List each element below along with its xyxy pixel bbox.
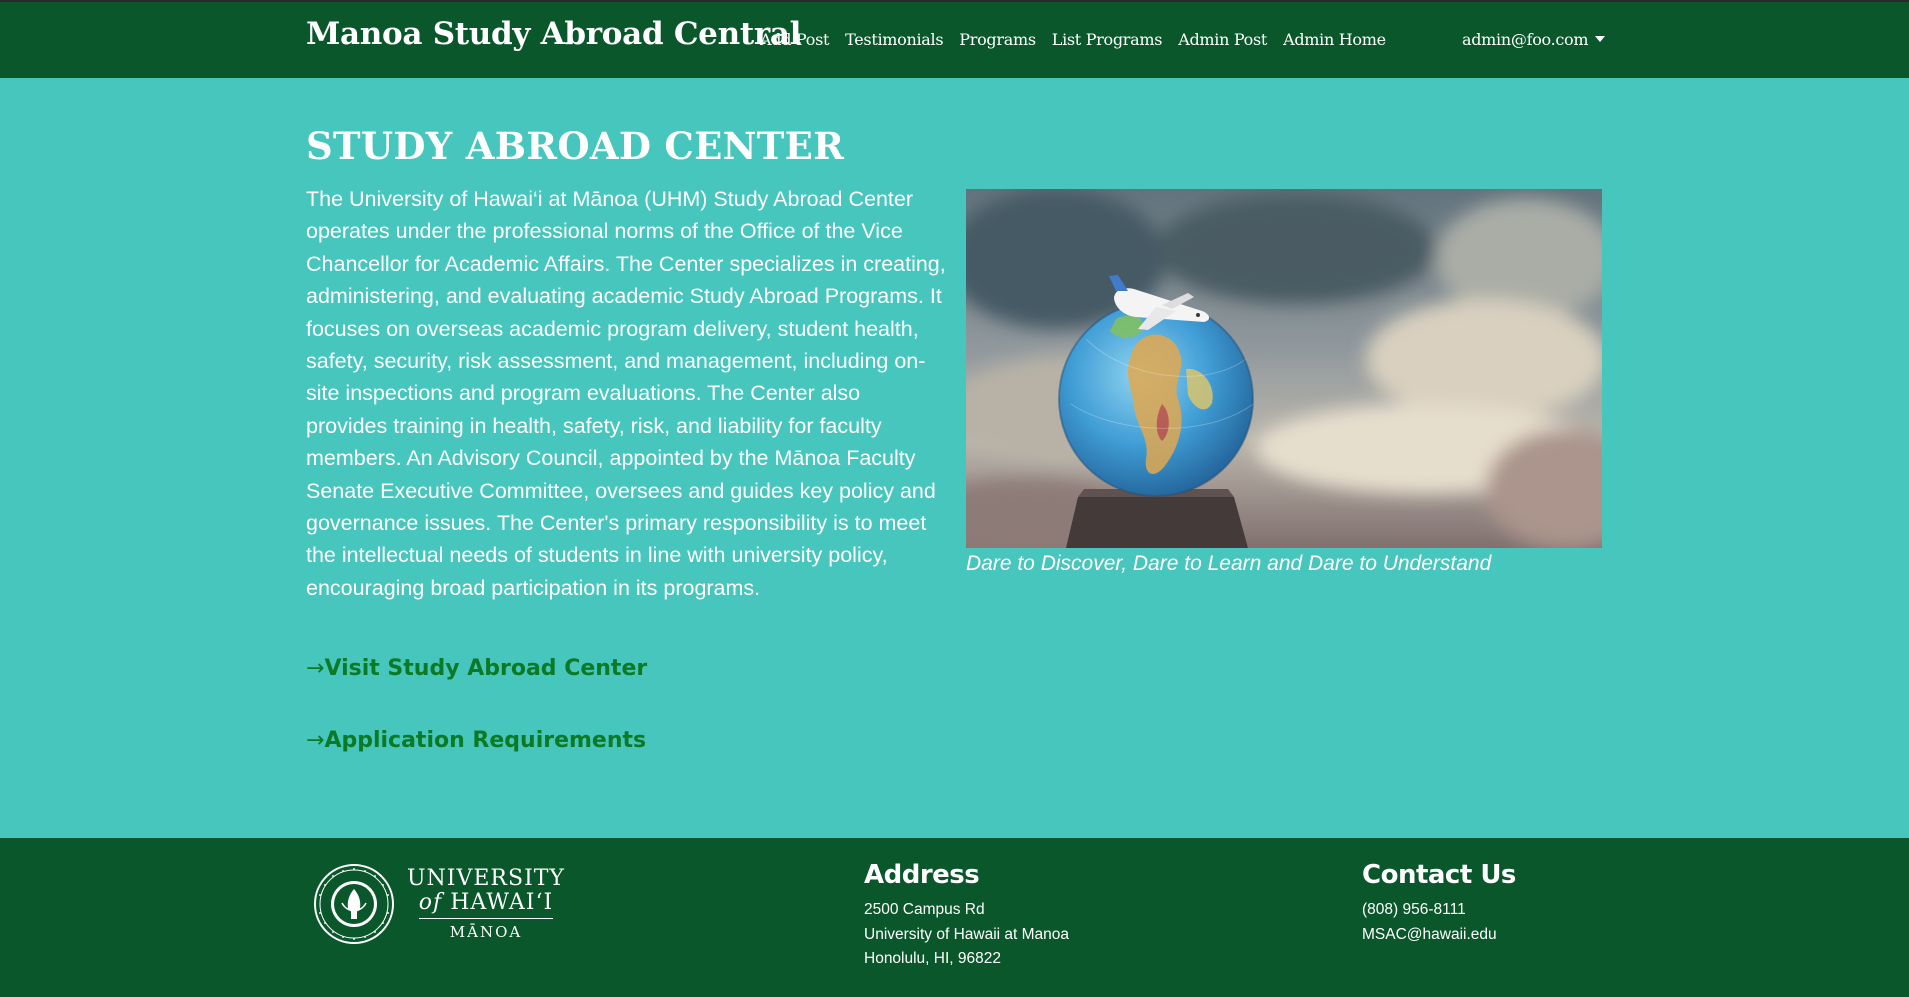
- top-navbar: Manoa Study Abroad Central Add Post Test…: [0, 0, 1909, 78]
- nav-links: Add Post Testimonials Programs List Prog…: [760, 30, 1386, 49]
- globe-airplane-image: [966, 189, 1602, 548]
- page-title: STUDY ABROAD CENTER: [306, 124, 845, 168]
- requirements-link-label: Application Requirements: [324, 728, 647, 753]
- image-caption: Dare to Discover, Dare to Learn and Dare…: [966, 552, 1492, 575]
- user-dropdown[interactable]: admin@foo.com: [1462, 30, 1606, 49]
- university-seal-icon: [314, 864, 394, 944]
- visit-link-label: Visit Study Abroad Center: [324, 656, 648, 681]
- brand-link[interactable]: Manoa Study Abroad Central: [306, 16, 801, 52]
- address-heading: Address: [864, 860, 980, 890]
- uh-wordmark: UNIVERSITY of HAWAI‘I MĀNOA: [407, 866, 565, 942]
- page-footer: UNIVERSITY of HAWAI‘I MĀNOA Address 2500…: [0, 838, 1909, 997]
- hero-figure: Dare to Discover, Dare to Learn and Dare…: [966, 189, 1602, 576]
- wordmark-manoa: MĀNOA: [449, 923, 523, 941]
- nav-programs[interactable]: Programs: [959, 30, 1036, 49]
- nav-testimonials[interactable]: Testimonials: [845, 30, 943, 49]
- right-arrow-icon: →: [306, 728, 325, 753]
- address-line: University of Hawaii at Manoa: [864, 925, 1070, 943]
- uh-manoa-logo: UNIVERSITY of HAWAI‘I MĀNOA: [313, 863, 565, 945]
- wordmark-hawaii: of HAWAI‘I: [418, 891, 554, 919]
- contact-section: Contact Us (808) 956-8111 MSAC@hawaii.ed…: [1362, 858, 1516, 947]
- wordmark-university: UNIVERSITY: [407, 866, 565, 891]
- intro-paragraph: The University of Hawai‘i at Mānoa (UHM)…: [306, 187, 946, 600]
- nav-admin-home[interactable]: Admin Home: [1283, 30, 1386, 49]
- address-line: 2500 Campus Rd: [864, 901, 985, 918]
- contact-phone: (808) 956-8111: [1362, 901, 1466, 918]
- address-line: Honolulu, HI, 96822: [864, 950, 1002, 967]
- visit-study-abroad-link[interactable]: → Visit Study Abroad Center: [306, 656, 647, 681]
- right-arrow-icon: →: [306, 656, 325, 681]
- nav-list-programs[interactable]: List Programs: [1052, 30, 1163, 49]
- nav-add-post[interactable]: Add Post: [760, 30, 829, 49]
- user-email: admin@foo.com: [1462, 30, 1589, 49]
- application-requirements-link[interactable]: → Application Requirements: [306, 728, 646, 753]
- address-section: Address 2500 Campus Rd University of Haw…: [864, 858, 1069, 972]
- contact-heading: Contact Us: [1362, 860, 1516, 890]
- nav-admin-post[interactable]: Admin Post: [1178, 30, 1267, 49]
- caret-down-icon: [1595, 35, 1606, 42]
- contact-email[interactable]: MSAC@hawaii.edu: [1362, 923, 1516, 948]
